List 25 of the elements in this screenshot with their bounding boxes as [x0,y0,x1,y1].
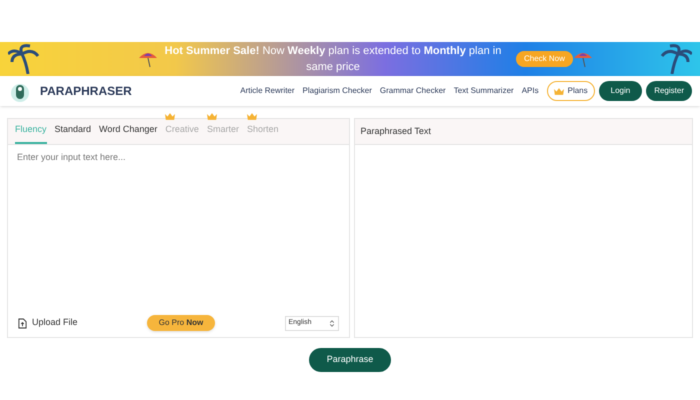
umbrella-icon [572,50,593,68]
crown-icon [165,112,176,120]
brand-name: PARAPHRASER [40,83,132,100]
panel-title: Paraphrased Text [360,124,431,138]
file-upload-icon [18,318,27,328]
mode-tab[interactable]: Word Changer [99,122,158,144]
updown-caret-icon [328,318,334,328]
nav-link[interactable]: Text Summarizer [454,85,514,97]
go-pro-button[interactable]: Go Pro Now [146,315,216,331]
plans-button[interactable]: Plans [546,81,595,101]
nav-link[interactable]: APIs [522,85,539,97]
login-button[interactable]: Login [598,81,642,101]
input-field[interactable]: Enter your input text here... [8,145,348,309]
umbrella-icon [138,50,158,68]
crown-icon [554,88,564,94]
nav-link[interactable]: Grammar Checker [380,85,446,97]
crown-icon [206,112,217,120]
nav-link[interactable]: Plagiarism Checker [302,85,372,97]
crown-icon [246,112,257,120]
promo-text: Hot Summer Sale! Now Weekly plan is extended to Monthly plan in same price [164,44,502,75]
paraphrase-button[interactable]: Paraphrase [308,348,392,372]
nav-link[interactable]: Article Rewriter [240,85,295,97]
upload-file-button[interactable]: Upload File [18,316,78,330]
mode-tab[interactable]: Standard [54,122,92,144]
register-button[interactable]: Register [646,81,692,101]
